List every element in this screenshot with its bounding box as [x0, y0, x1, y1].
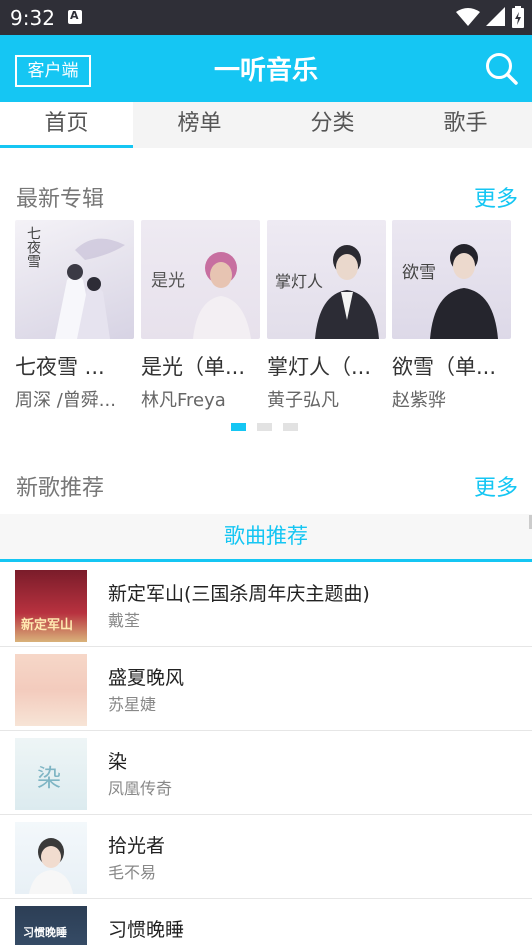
album-cover-text: 掌灯人 — [275, 272, 324, 291]
signal-icon — [486, 7, 505, 26]
notification-a-icon — [68, 9, 82, 24]
album-card[interactable]: 掌灯人 掌灯人（... 黄子弘凡 — [267, 220, 386, 412]
song-title: 染 — [108, 751, 128, 773]
song-singer: 苏星婕 — [108, 695, 157, 714]
album-cover: 七夜雪 — [15, 220, 134, 339]
album-cover-text: 是光 — [151, 271, 185, 291]
app-title: 一听音乐 — [213, 56, 318, 86]
tab-home[interactable]: 首页 — [0, 102, 133, 148]
song-singer: 戴荃 — [108, 611, 141, 630]
list-item[interactable]: 染 染 凤凰传奇 — [0, 731, 532, 815]
carousel-dot[interactable] — [257, 423, 272, 431]
songs-section-title: 新歌推荐 — [16, 476, 105, 501]
song-thumbnail: 习惯晚睡 — [15, 906, 87, 945]
search-button[interactable] — [484, 51, 520, 87]
song-title: 新定军山(三国杀周年庆主题曲) — [108, 583, 370, 605]
album-name: 欲雪（单... — [392, 355, 497, 379]
wifi-icon — [456, 8, 480, 26]
song-thumbnail-text: 新定军山 — [21, 618, 74, 633]
list-item[interactable]: 习惯晚睡 习惯晚睡 — [0, 899, 532, 945]
carousel-page-indicator — [231, 423, 298, 431]
song-title: 拾光者 — [108, 835, 166, 857]
song-recommend-tab[interactable]: 歌曲推荐 — [0, 514, 532, 562]
status-time: 9:32 — [10, 6, 55, 30]
song-title: 盛夏晚风 — [108, 667, 185, 689]
song-singer: 凤凰传奇 — [108, 779, 173, 798]
song-thumbnail: 新定军山 — [15, 570, 87, 642]
songs-more-link[interactable]: 更多 — [474, 470, 518, 502]
carousel-dot[interactable] — [231, 423, 246, 431]
app-header: 客户端 一听音乐 — [0, 35, 532, 102]
song-thumbnail-text: 染 — [37, 764, 61, 792]
song-singer: 毛不易 — [108, 863, 157, 882]
album-name: 掌灯人（... — [267, 355, 372, 379]
song-thumbnail-art — [29, 838, 73, 894]
album-carousel: 七夜雪 七夜雪 ... 周深 /曾舜... 是光 是光（单... 林凡Freya… — [15, 220, 532, 420]
list-item[interactable]: 拾光者 毛不易 — [0, 815, 532, 899]
album-name: 七夜雪 ... — [15, 355, 105, 379]
album-cover-text: 七夜雪 — [25, 226, 41, 268]
album-card[interactable]: 七夜雪 七夜雪 ... 周深 /曾舜... — [15, 220, 134, 412]
main-tabs: 首页 榜单 分类 歌手 — [0, 102, 532, 148]
album-cover: 是光 — [141, 220, 260, 339]
battery-icon — [512, 6, 524, 28]
search-icon — [486, 53, 518, 85]
album-artist: 周深 /曾舜... — [15, 390, 116, 411]
song-thumbnail — [15, 822, 87, 894]
albums-section-title: 最新专辑 — [16, 187, 105, 212]
album-cover-text: 欲雪 — [402, 263, 436, 283]
album-artist: 林凡Freya — [141, 390, 226, 411]
album-card[interactable]: 欲雪 欲雪（单... 赵紫骅 — [392, 220, 511, 412]
list-item[interactable]: 盛夏晚风 苏星婕 — [0, 647, 532, 731]
song-list: 新定军山 新定军山(三国杀周年庆主题曲) 戴荃 盛夏晚风 苏星婕 染 染 凤凰传… — [0, 563, 532, 945]
tab-charts[interactable]: 榜单 — [133, 102, 266, 148]
tab-categories[interactable]: 分类 — [266, 102, 399, 148]
album-artist: 赵紫骅 — [392, 390, 446, 411]
song-thumbnail-text: 习惯晚睡 — [23, 926, 67, 939]
songs-section-header: 新歌推荐 更多 — [0, 465, 532, 505]
album-card[interactable]: 是光 是光（单... 林凡Freya — [141, 220, 260, 412]
albums-more-link[interactable]: 更多 — [474, 181, 518, 213]
album-name: 是光（单... — [141, 355, 246, 379]
status-bar: 9:32 — [0, 0, 532, 35]
song-thumbnail — [15, 654, 87, 726]
status-icons — [456, 6, 524, 28]
song-title: 习惯晚睡 — [108, 919, 185, 941]
album-cover: 欲雪 — [392, 220, 511, 339]
albums-section-header: 最新专辑 更多 — [0, 176, 532, 216]
tab-singers[interactable]: 歌手 — [399, 102, 532, 148]
list-item[interactable]: 新定军山 新定军山(三国杀周年庆主题曲) 戴荃 — [0, 563, 532, 647]
album-cover: 掌灯人 — [267, 220, 386, 339]
song-recommend-tab-label: 歌曲推荐 — [224, 524, 308, 548]
song-thumbnail: 染 — [15, 738, 87, 810]
album-artist: 黄子弘凡 — [267, 390, 339, 411]
carousel-dot[interactable] — [283, 423, 298, 431]
